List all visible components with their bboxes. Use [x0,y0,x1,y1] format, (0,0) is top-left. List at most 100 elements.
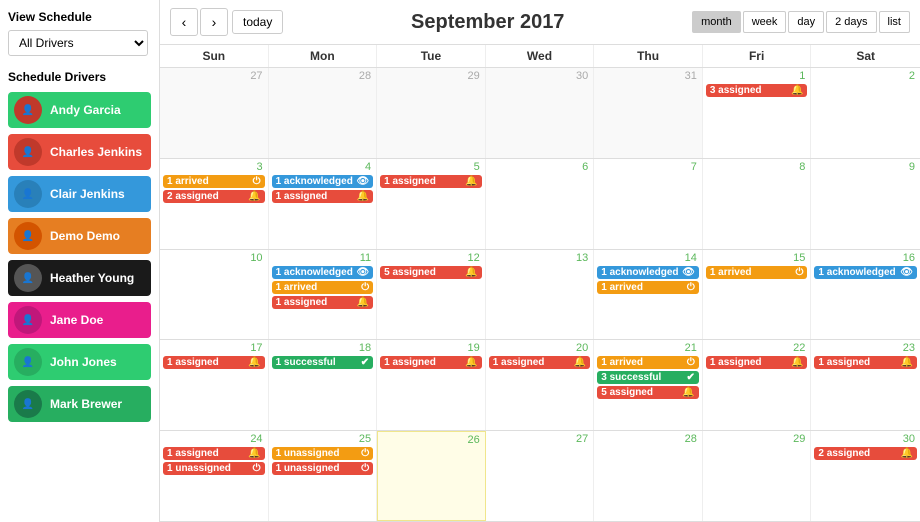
event-icon: 🔔 [248,448,260,459]
cell-date: 29 [706,433,808,445]
calendar-event[interactable]: 1 assigned🔔 [380,175,482,188]
event-label: 1 arrived [167,176,209,187]
view-btn-week[interactable]: week [743,11,787,33]
event-icon: 🔔 [465,267,477,278]
cell-date: 5 [380,161,482,173]
event-label: 1 arrived [276,282,318,293]
calendar-cell[interactable]: 26 [377,431,486,521]
driver-list: 👤Andy Garcia 👤Charles Jenkins 👤Clair Jenki… [8,92,151,422]
cell-date: 6 [489,161,591,173]
calendar-cell[interactable]: 29 [377,68,486,158]
calendar-cell[interactable]: 9 [811,159,920,249]
calendar-event[interactable]: 1 acknowledged👁 [272,175,374,188]
calendar-cell[interactable]: 7 [594,159,703,249]
calendar-event[interactable]: 1 assigned🔔 [272,296,374,309]
calendar-cell[interactable]: 30 [486,68,595,158]
calendar-cell[interactable]: 125 assigned🔔 [377,250,486,340]
driver-item[interactable]: 👤John Jones [8,344,151,380]
calendar-cell[interactable]: 221 assigned🔔 [703,340,812,430]
calendar-cell[interactable]: 111 acknowledged👁1 arrived⏻1 assigned🔔 [269,250,378,340]
calendar-event[interactable]: 1 arrived⏻ [597,356,699,369]
calendar-event[interactable]: 1 acknowledged👁 [272,266,374,279]
calendar-event[interactable]: 1 assigned🔔 [380,356,482,369]
calendar-event[interactable]: 1 assigned🔔 [489,356,591,369]
view-btn-day[interactable]: day [788,11,824,33]
calendar-cell[interactable]: 29 [703,431,812,521]
driver-item[interactable]: 👤Demo Demo [8,218,151,254]
calendar-cell[interactable]: 20 1 assigned🔔 [486,340,595,430]
calendar-event[interactable]: 1 assigned🔔 [272,190,374,203]
calendar-event[interactable]: 1 arrived⏻ [272,281,374,294]
calendar-cell[interactable]: 28 [269,68,378,158]
calendar-event[interactable]: 5 assigned🔔 [597,386,699,399]
event-label: 1 unassigned [276,463,340,474]
event-label: 1 unassigned [276,448,340,459]
calendar-cell[interactable]: 6 [486,159,595,249]
calendar-event[interactable]: 1 arrived⏻ [706,266,808,279]
sidebar: View Schedule All Drivers Schedule Drive… [0,0,160,522]
calendar-cell[interactable]: 10 [160,250,269,340]
prev-button[interactable]: ‹ [170,8,198,36]
driver-item[interactable]: 👤Mark Brewer [8,386,151,422]
cell-date: 20 [489,342,591,354]
driver-item[interactable]: 👤Andy Garcia [8,92,151,128]
event-label: 1 arrived [710,267,752,278]
calendar-cell[interactable]: 41 acknowledged👁1 assigned🔔 [269,159,378,249]
view-btn-month[interactable]: month [692,11,741,33]
event-label: 1 assigned [384,176,436,187]
calendar-event[interactable]: 1 assigned🔔 [706,356,808,369]
calendar-cell[interactable]: 161 acknowledged👁 [811,250,920,340]
calendar-cell[interactable]: 191 assigned🔔 [377,340,486,430]
calendar-cell[interactable]: 211 arrived⏻3 successful✔5 assigned🔔 [594,340,703,430]
calendar-event[interactable]: 2 assigned🔔 [163,190,265,203]
calendar-event[interactable]: 1 acknowledged👁 [814,266,917,279]
driver-item[interactable]: 👤Heather Young [8,260,151,296]
calendar-cell[interactable]: 27 [486,431,595,521]
calendar-cell[interactable]: 151 arrived⏻ [703,250,812,340]
calendar-cell[interactable]: 28 [594,431,703,521]
driver-select[interactable]: All Drivers [8,30,148,56]
calendar-event[interactable]: 1 arrived⏻ [597,281,699,294]
calendar-event[interactable]: 1 unassigned⏻ [163,462,265,475]
driver-item[interactable]: 👤Clair Jenkins [8,176,151,212]
calendar-cell[interactable]: 302 assigned🔔 [811,431,920,521]
calendar-cell[interactable]: 13 assigned🔔 [703,68,812,158]
view-btn-list[interactable]: list [879,11,910,33]
calendar-cell[interactable]: 31 [594,68,703,158]
calendar-weeks: 272829303113 assigned🔔231 arrived⏻2 assi… [160,68,920,522]
calendar-event[interactable]: 2 assigned🔔 [814,447,917,460]
calendar-cell[interactable]: 171 assigned🔔 [160,340,269,430]
calendar-cell[interactable]: 181 successful✔ [269,340,378,430]
calendar-cell[interactable]: 27 [160,68,269,158]
today-button[interactable]: today [232,10,283,34]
event-label: 1 assigned [384,357,436,368]
calendar-cell[interactable]: 31 arrived⏻2 assigned🔔 [160,159,269,249]
calendar-cell[interactable]: 5 1 assigned🔔 [377,159,486,249]
calendar-event[interactable]: 1 arrived⏻ [163,175,265,188]
driver-item[interactable]: 👤Charles Jenkins [8,134,151,170]
day-name: Tue [377,45,486,67]
event-icon: 👁 [356,267,369,278]
calendar-cell[interactable]: 8 [703,159,812,249]
calendar-event[interactable]: 1 assigned🔔 [814,356,917,369]
calendar-event[interactable]: 3 assigned🔔 [706,84,808,97]
driver-item[interactable]: 👤Jane Doe [8,302,151,338]
event-label: 1 assigned [167,448,219,459]
calendar-event[interactable]: 1 assigned 🔔 [163,447,265,460]
next-button[interactable]: › [200,8,228,36]
calendar-cell[interactable]: 13 [486,250,595,340]
calendar-event[interactable]: 1 unassigned⏻ [272,462,374,475]
event-icon: 🔔 [682,387,694,398]
calendar-cell[interactable]: 241 assigned🔔1 unassigned⏻ [160,431,269,521]
calendar-event[interactable]: 5 assigned🔔 [380,266,482,279]
calendar-event[interactable]: 1 unassigned⏻ [272,447,374,460]
calendar-event[interactable]: 1 successful✔ [272,356,374,369]
calendar-cell[interactable]: 2 [811,68,920,158]
calendar-event[interactable]: 1 acknowledged👁 [597,266,699,279]
calendar-cell[interactable]: 251 unassigned⏻1 unassigned⏻ [269,431,378,521]
calendar-cell[interactable]: 231 assigned🔔 [811,340,920,430]
calendar-event[interactable]: 3 successful✔ [597,371,699,384]
calendar-cell[interactable]: 141 acknowledged👁1 arrived⏻ [594,250,703,340]
calendar-event[interactable]: 1 assigned🔔 [163,356,265,369]
view-btn-2-days[interactable]: 2 days [826,11,876,33]
